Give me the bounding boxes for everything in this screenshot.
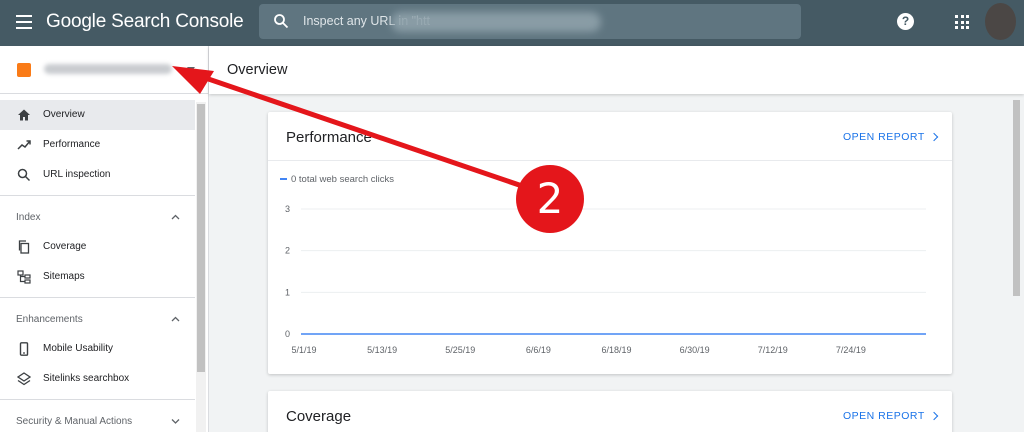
x-tick-label: 5/13/19: [367, 345, 397, 355]
section-title: Security & Manual Actions: [16, 416, 133, 427]
layers-icon: [17, 372, 31, 386]
page-header: Overview: [209, 46, 1024, 94]
open-report-button[interactable]: OPEN REPORT: [843, 410, 938, 422]
sidebar-item-label: Overview: [43, 109, 85, 120]
sidebar-item-mobile-usability[interactable]: Mobile Usability: [0, 334, 195, 364]
chevron-up-icon[interactable]: [171, 214, 180, 220]
main-scrollbar[interactable]: [1011, 96, 1021, 296]
chevron-up-icon[interactable]: [171, 316, 180, 322]
sidebar-item-sitelinks-searchbox[interactable]: Sitelinks searchbox: [0, 364, 195, 394]
y-tick-label: 0: [285, 329, 290, 339]
trending-up-icon: [17, 140, 31, 150]
blurred-property-name: [44, 64, 172, 74]
x-tick-label: 6/30/19: [680, 345, 710, 355]
sidebar-item-sitemaps[interactable]: Sitemaps: [0, 262, 195, 292]
annotation-step-badge: 2: [516, 165, 584, 233]
home-icon: [18, 109, 30, 121]
y-tick-label: 2: [285, 246, 290, 256]
card-title: Coverage: [286, 408, 352, 425]
sidebar-item-label: Coverage: [43, 241, 87, 252]
property-selector[interactable]: [0, 46, 209, 94]
page-title: Overview: [227, 62, 288, 78]
sidebar-item-coverage[interactable]: Coverage: [0, 232, 195, 262]
product-title[interactable]: Google Search Console: [46, 11, 244, 33]
x-tick-label: 6/6/19: [526, 345, 551, 355]
dropdown-caret-icon[interactable]: [187, 67, 195, 72]
divider: [0, 195, 195, 196]
performance-card: Performance OPEN REPORT 0 total web sear…: [268, 112, 952, 374]
copy-icon: [18, 240, 30, 254]
scrollbar-thumb[interactable]: [1013, 100, 1020, 296]
sidebar-item-label: URL inspection: [43, 169, 111, 180]
help-icon[interactable]: ?: [897, 13, 914, 30]
open-report-label: OPEN REPORT: [843, 410, 925, 422]
avatar[interactable]: [985, 3, 1016, 40]
chevron-right-icon: [929, 411, 938, 421]
sidebar-item-label: Sitelinks searchbox: [43, 373, 130, 384]
x-tick-label: 6/18/19: [601, 345, 631, 355]
sidebar-item-label: Performance: [43, 139, 101, 150]
sidebar-item-label: Mobile Usability: [43, 343, 114, 354]
performance-chart: 0 1 2 3 5/1/19 5/13/19 5/25/19 6/6/19 6/18/19 6/3…: [285, 204, 926, 355]
sidebar-item-label: Sitemaps: [43, 271, 85, 282]
sidebar-item-url-inspection[interactable]: URL inspection: [0, 160, 195, 190]
x-tick-label: 5/1/19: [291, 345, 316, 355]
sidebar-item-overview[interactable]: Overview: [0, 100, 195, 130]
section-index[interactable]: Index: [0, 208, 195, 228]
sidebar: Overview Performance URL inspection Inde…: [0, 46, 209, 432]
x-tick-label: 7/24/19: [836, 345, 866, 355]
top-app-bar: Google Search Console Inspect any URL in…: [0, 0, 1024, 46]
section-enhancements[interactable]: Enhancements: [0, 310, 195, 330]
y-tick-label: 1: [285, 287, 290, 297]
search-icon: [17, 168, 31, 182]
section-title: Enhancements: [16, 314, 83, 325]
section-title: Index: [16, 212, 41, 223]
sitemap-icon: [17, 270, 31, 284]
apps-grid-icon[interactable]: [955, 15, 969, 29]
smartphone-icon: [19, 342, 29, 356]
coverage-card: Coverage OPEN REPORT: [268, 391, 952, 432]
x-tick-label: 5/25/19: [445, 345, 475, 355]
y-tick-label: 3: [285, 204, 290, 214]
property-icon: [17, 63, 31, 77]
hamburger-icon[interactable]: [16, 15, 32, 29]
blurred-property-url: [391, 12, 601, 32]
section-security-manual-actions[interactable]: Security & Manual Actions: [0, 412, 195, 432]
x-tick-label: 7/12/19: [758, 345, 788, 355]
chevron-down-icon[interactable]: [171, 418, 180, 424]
divider: [0, 297, 195, 298]
url-inspect-search[interactable]: Inspect any URL in "htt: [259, 4, 801, 39]
search-icon: [274, 14, 289, 29]
sidebar-item-performance[interactable]: Performance: [0, 130, 195, 160]
sidebar-scrollbar[interactable]: [196, 102, 206, 432]
divider: [0, 399, 195, 400]
scrollbar-thumb[interactable]: [197, 104, 205, 372]
